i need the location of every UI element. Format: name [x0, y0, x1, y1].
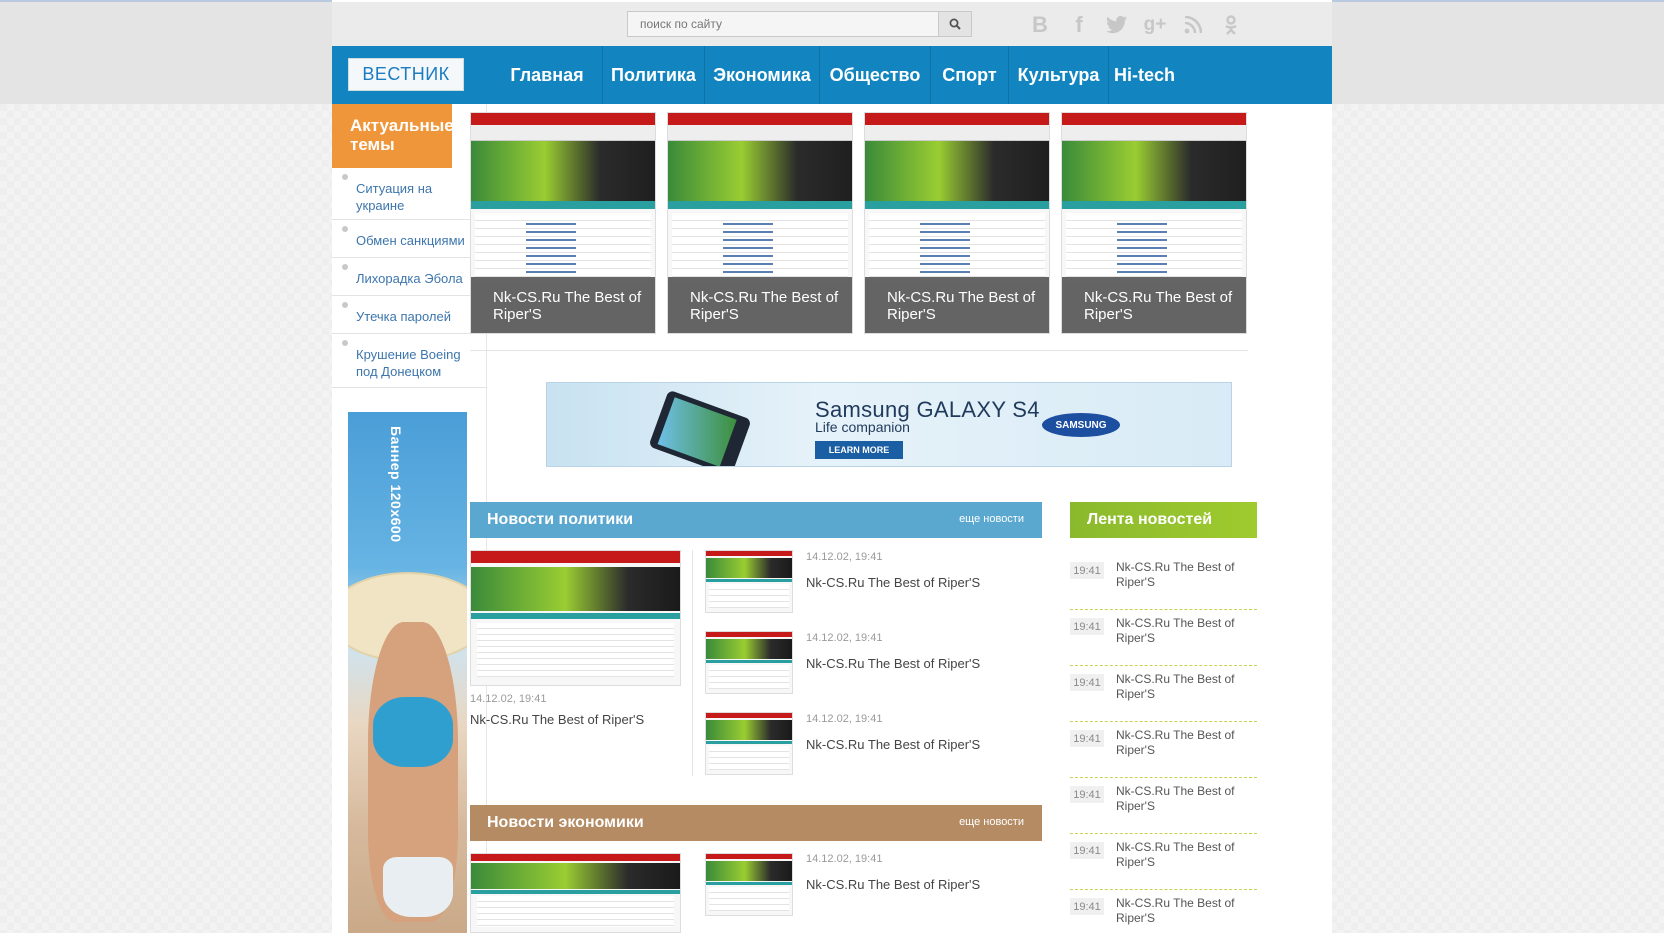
feed-text: Nk-CS.Ru The Best of Riper'S — [1116, 672, 1235, 701]
news-feed: 19:41 Nk-CS.Ru The Best of Riper'S 19:41 N… — [1070, 556, 1257, 933]
featured-card[interactable]: Nk-CS.Ru The Best of Riper'S — [1061, 112, 1247, 334]
feed-time: 19:41 — [1070, 674, 1104, 691]
news-thumbnail[interactable] — [705, 712, 793, 775]
news-thumbnail[interactable] — [705, 631, 793, 694]
googleplus-icon[interactable]: g+ — [1142, 12, 1168, 38]
twitter-icon[interactable] — [1104, 12, 1130, 38]
feed-item[interactable]: 19:41 Nk-CS.Ru The Best of Riper'S — [1070, 836, 1257, 890]
search-button[interactable] — [938, 12, 971, 36]
news-date: 14.12.02, 19:41 — [806, 713, 883, 725]
news-thumbnail[interactable] — [705, 550, 793, 613]
news-thumbnail[interactable] — [705, 853, 793, 916]
feed-time: 19:41 — [1070, 786, 1104, 803]
news-title[interactable]: Nk-CS.Ru The Best of Riper'S — [806, 737, 980, 752]
nav-item-home[interactable]: Главная — [492, 46, 602, 104]
economy-header: Новости экономики еще новости — [470, 805, 1042, 841]
news-title[interactable]: Nk-CS.Ru The Best of Riper'S — [806, 575, 980, 590]
divider — [470, 350, 1248, 351]
nav-item-politics[interactable]: Политика — [602, 46, 704, 104]
feed-item[interactable]: 19:41 Nk-CS.Ru The Best of Riper'S — [1070, 780, 1257, 834]
featured-card[interactable]: Nk-CS.Ru The Best of Riper'S — [864, 112, 1050, 334]
feed-text: Nk-CS.Ru The Best of Riper'S — [1116, 616, 1235, 645]
search-box — [627, 11, 972, 37]
feed-item[interactable]: 19:41 Nk-CS.Ru The Best of Riper'S — [1070, 612, 1257, 666]
feed-text: Nk-CS.Ru The Best of Riper'S — [1116, 784, 1235, 813]
feed-item[interactable]: 19:41 Nk-CS.Ru The Best of Riper'S — [1070, 724, 1257, 778]
featured-card[interactable]: Nk-CS.Ru The Best of Riper'S — [667, 112, 853, 334]
nav-item-sport[interactable]: Спорт — [930, 46, 1008, 104]
news-thumbnail[interactable] — [470, 853, 681, 933]
search-icon — [949, 18, 961, 30]
topics-heading: Актуальные темы — [332, 104, 454, 168]
vk-icon[interactable]: В — [1027, 12, 1053, 38]
top-header: В f g+ — [332, 2, 1332, 46]
ad-banner[interactable]: Samsung GALAXY S4 Life companion LEARN M… — [546, 382, 1232, 467]
nav-item-culture[interactable]: Культура — [1008, 46, 1108, 104]
divider — [692, 550, 693, 776]
banner-swimsuit — [373, 697, 453, 767]
news-thumbnail[interactable] — [470, 550, 681, 686]
phone-image — [648, 389, 752, 466]
news-title[interactable]: Nk-CS.Ru The Best of Riper'S — [470, 712, 644, 727]
more-news-link[interactable]: еще новости — [959, 513, 1024, 525]
news-date: 14.12.02, 19:41 — [470, 693, 547, 705]
featured-title: Nk-CS.Ru The Best of Riper'S — [1062, 277, 1246, 333]
samsung-logo: SAMSUNG — [1042, 413, 1120, 437]
featured-title: Nk-CS.Ru The Best of Riper'S — [668, 277, 852, 333]
featured-title: Nk-CS.Ru The Best of Riper'S — [471, 277, 655, 333]
feed-time: 19:41 — [1070, 618, 1104, 635]
feed-time: 19:41 — [1070, 842, 1104, 859]
news-title[interactable]: Nk-CS.Ru The Best of Riper'S — [806, 656, 980, 671]
banner-label: Баннер 120x600 — [388, 426, 404, 543]
news-title[interactable]: Nk-CS.Ru The Best of Riper'S — [806, 877, 980, 892]
featured-title: Nk-CS.Ru The Best of Riper'S — [865, 277, 1049, 333]
side-banner[interactable]: Баннер 120x600 — [348, 412, 467, 933]
section-title: Новости политики — [487, 511, 634, 528]
more-news-link[interactable]: еще новости — [959, 816, 1024, 828]
section-title: Лента новостей — [1087, 511, 1213, 528]
feed-text: Nk-CS.Ru The Best of Riper'S — [1116, 896, 1235, 925]
topic-link[interactable]: Утечка паролей — [332, 296, 487, 334]
nav-item-economy[interactable]: Экономика — [704, 46, 819, 104]
news-date: 14.12.02, 19:41 — [806, 853, 883, 865]
page-container: В f g+ ВЕСТНИК Главная Политика Экономик… — [332, 0, 1332, 933]
news-date: 14.12.02, 19:41 — [806, 551, 883, 563]
section-title: Новости экономики — [487, 814, 644, 831]
featured-card[interactable]: Nk-CS.Ru The Best of Riper'S — [470, 112, 656, 334]
feed-item[interactable]: 19:41 Nk-CS.Ru The Best of Riper'S — [1070, 892, 1257, 933]
nav-item-society[interactable]: Общество — [819, 46, 930, 104]
odnoklassniki-icon[interactable] — [1218, 12, 1244, 38]
politics-header: Новости политики еще новости — [470, 502, 1042, 538]
facebook-icon[interactable]: f — [1066, 12, 1092, 38]
feed-text: Nk-CS.Ru The Best of Riper'S — [1116, 728, 1235, 757]
main-nav: ВЕСТНИК Главная Политика Экономика Общес… — [332, 46, 1332, 104]
feed-header: Лента новостей — [1070, 502, 1257, 538]
news-date: 14.12.02, 19:41 — [806, 632, 883, 644]
feed-time: 19:41 — [1070, 730, 1104, 747]
topic-link[interactable]: Крушение Boeing под Донецком — [332, 334, 487, 388]
site-logo[interactable]: ВЕСТНИК — [348, 58, 464, 91]
banner-swimsuit-bottom — [383, 857, 453, 917]
feed-item[interactable]: 19:41 Nk-CS.Ru The Best of Riper'S — [1070, 668, 1257, 722]
feed-item[interactable]: 19:41 Nk-CS.Ru The Best of Riper'S — [1070, 556, 1257, 610]
topic-link[interactable]: Лихорадка Эбола — [332, 258, 487, 296]
ad-subtitle: Life companion — [815, 419, 910, 435]
feed-text: Nk-CS.Ru The Best of Riper'S — [1116, 840, 1235, 869]
topic-link[interactable]: Обмен санкциями — [332, 220, 487, 258]
topic-link[interactable]: Ситуация на украине — [332, 168, 487, 220]
learn-more-button[interactable]: LEARN MORE — [815, 441, 903, 459]
rss-icon[interactable] — [1180, 12, 1206, 38]
search-input[interactable] — [628, 12, 938, 36]
feed-text: Nk-CS.Ru The Best of Riper'S — [1116, 560, 1235, 589]
feed-time: 19:41 — [1070, 898, 1104, 915]
nav-item-hitech[interactable]: Hi-tech — [1108, 46, 1180, 104]
feed-time: 19:41 — [1070, 562, 1104, 579]
